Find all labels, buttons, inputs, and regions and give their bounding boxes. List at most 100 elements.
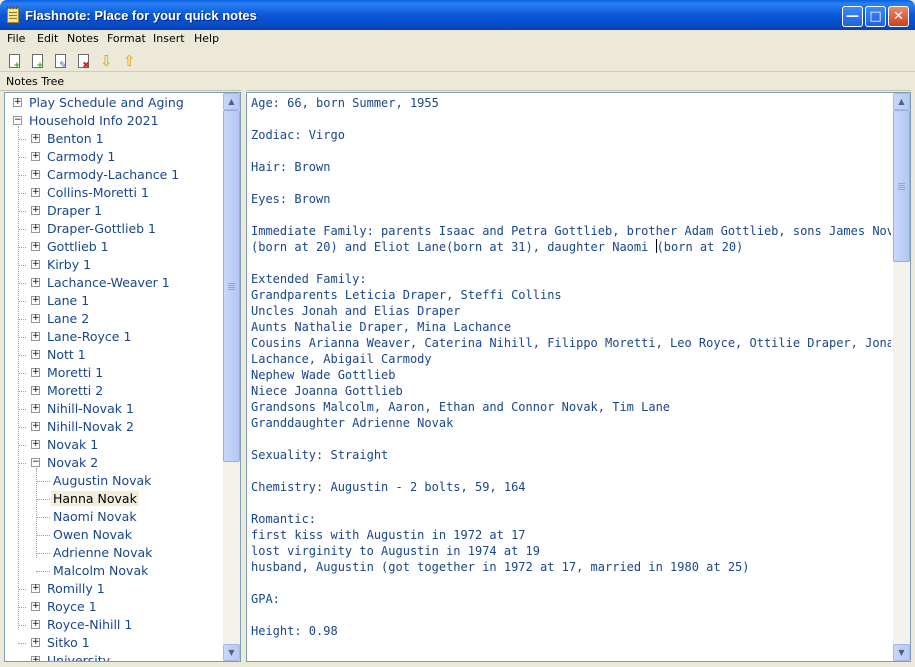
- expand-icon[interactable]: +: [31, 350, 40, 359]
- tree-item-label: Lane 2: [47, 311, 90, 326]
- scroll-up-button[interactable]: ▲: [223, 93, 240, 110]
- tree-item[interactable]: + Royce 1: [31, 598, 99, 616]
- tree-item-label: Lane-Royce 1: [47, 329, 132, 344]
- expand-icon[interactable]: +: [31, 188, 40, 197]
- expand-icon[interactable]: +: [31, 368, 40, 377]
- tree-item[interactable]: + Benton 1: [31, 130, 106, 148]
- expand-icon[interactable]: +: [31, 206, 40, 215]
- menu-help[interactable]: Help: [194, 32, 219, 45]
- move-down-button[interactable]: ⇩: [98, 53, 115, 70]
- minimize-button[interactable]: —: [842, 6, 863, 27]
- notes-tree[interactable]: + Play Schedule and Aging − Household Info …: [4, 92, 241, 662]
- tree-item[interactable]: + Royce-Nihill 1: [31, 616, 134, 634]
- tree-item[interactable]: + Draper-Gottlieb 1: [31, 220, 158, 238]
- tree-connector: [18, 355, 26, 356]
- tree-item[interactable]: Hanna Novak: [49, 490, 139, 508]
- tree-item[interactable]: + Gottlieb 1: [31, 238, 111, 256]
- tree-item[interactable]: + Nihill-Novak 2: [31, 418, 136, 436]
- close-button[interactable]: ✕: [888, 6, 909, 27]
- expand-icon[interactable]: +: [31, 242, 40, 251]
- expand-icon[interactable]: +: [31, 440, 40, 449]
- tree-item[interactable]: Owen Novak: [49, 526, 134, 544]
- editor-scrollbar[interactable]: ▲ ▼: [893, 93, 910, 661]
- menu-insert[interactable]: Insert: [153, 32, 185, 45]
- editor-header: [246, 73, 911, 91]
- tree-item[interactable]: + Lachance-Weaver 1: [31, 274, 172, 292]
- scroll-down-button[interactable]: ▼: [223, 644, 240, 661]
- tree-item[interactable]: + Nihill-Novak 1: [31, 400, 136, 418]
- expand-icon[interactable]: +: [31, 260, 40, 269]
- tree-item-label: Lane 1: [47, 293, 90, 308]
- expand-icon[interactable]: +: [31, 422, 40, 431]
- expand-icon[interactable]: +: [31, 584, 40, 593]
- expand-icon[interactable]: +: [31, 296, 40, 305]
- move-up-button[interactable]: ⇧: [121, 53, 138, 70]
- editor-scroll-up-button[interactable]: ▲: [893, 93, 910, 110]
- tree-item[interactable]: + Kirby 1: [31, 256, 93, 274]
- tree-item-label: Owen Novak: [53, 527, 132, 542]
- tree-item[interactable]: + Romilly 1: [31, 580, 107, 598]
- collapse-icon[interactable]: −: [31, 458, 40, 467]
- note-editor[interactable]: Age: 66, born Summer, 1955 Zodiac: Virgo H…: [246, 92, 911, 662]
- expand-icon[interactable]: +: [31, 314, 40, 323]
- tree-item[interactable]: Augustin Novak: [49, 472, 153, 490]
- tree-item[interactable]: + Play Schedule and Aging: [13, 94, 186, 112]
- tree-item-label: Carmody 1: [47, 149, 116, 164]
- note-line: first kiss with Augustin in 1972 at 17: [251, 528, 526, 542]
- tree-item[interactable]: + University: [31, 652, 112, 661]
- tree-item[interactable]: + Lane 2: [31, 310, 91, 328]
- editor-scroll-thumb[interactable]: [893, 110, 910, 262]
- add-note-button[interactable]: +: [6, 53, 23, 71]
- tree-item-label: Kirby 1: [47, 257, 92, 272]
- maximize-button[interactable]: □: [865, 6, 886, 27]
- tree-item[interactable]: + Sitko 1: [31, 634, 92, 652]
- note-line: Chemistry: Augustin - 2 bolts, 59, 164: [251, 480, 526, 494]
- tree-connector: [18, 193, 26, 194]
- tree-item[interactable]: − Novak 2: [31, 454, 100, 472]
- delete-note-button[interactable]: ✖: [75, 53, 92, 71]
- tree-item[interactable]: + Carmody-Lachance 1: [31, 166, 181, 184]
- expand-icon[interactable]: +: [31, 134, 40, 143]
- tree-item[interactable]: + Carmody 1: [31, 148, 117, 166]
- tree-scrollbar[interactable]: ▲ ▼: [223, 93, 240, 661]
- note-text[interactable]: Age: 66, born Summer, 1955 Zodiac: Virgo H…: [251, 95, 891, 639]
- tree-item-label: Adrienne Novak: [53, 545, 153, 560]
- add-subnote-button[interactable]: +: [29, 53, 46, 71]
- expand-icon[interactable]: +: [31, 602, 40, 611]
- expand-icon[interactable]: +: [31, 332, 40, 341]
- tree-item[interactable]: − Household Info 2021: [13, 112, 161, 130]
- tree-item-label: Lachance-Weaver 1: [47, 275, 170, 290]
- edit-note-button[interactable]: ✎: [52, 53, 69, 71]
- expand-icon[interactable]: +: [31, 638, 40, 647]
- expand-icon[interactable]: +: [31, 656, 40, 661]
- tree-item[interactable]: + Lane 1: [31, 292, 91, 310]
- scroll-thumb[interactable]: [223, 110, 240, 462]
- tree-item[interactable]: + Novak 1: [31, 436, 100, 454]
- tree-item[interactable]: Malcolm Novak: [49, 562, 150, 580]
- editor-scroll-down-button[interactable]: ▼: [893, 644, 910, 661]
- tree-item[interactable]: + Collins-Moretti 1: [31, 184, 151, 202]
- expand-icon[interactable]: +: [31, 152, 40, 161]
- expand-icon[interactable]: +: [31, 404, 40, 413]
- expand-icon[interactable]: +: [31, 224, 40, 233]
- expand-icon[interactable]: +: [31, 620, 40, 629]
- tree-connector: [18, 445, 26, 446]
- menu-edit[interactable]: Edit: [37, 32, 58, 45]
- tree-item[interactable]: + Moretti 1: [31, 364, 105, 382]
- expand-icon[interactable]: +: [31, 386, 40, 395]
- menu-file[interactable]: File: [7, 32, 25, 45]
- expand-icon[interactable]: +: [31, 170, 40, 179]
- expand-icon[interactable]: +: [31, 278, 40, 287]
- collapse-icon[interactable]: −: [13, 116, 22, 125]
- tree-item[interactable]: + Moretti 2: [31, 382, 105, 400]
- expand-icon[interactable]: +: [13, 98, 22, 107]
- tree-item[interactable]: + Nott 1: [31, 346, 88, 364]
- tree-item[interactable]: + Draper 1: [31, 202, 104, 220]
- menu-notes[interactable]: Notes: [67, 32, 99, 45]
- tree-item[interactable]: Adrienne Novak: [49, 544, 154, 562]
- tree-item[interactable]: + Lane-Royce 1: [31, 328, 133, 346]
- tree-connector: [36, 535, 50, 536]
- menu-format[interactable]: Format: [107, 32, 146, 45]
- tree-item[interactable]: Naomi Novak: [49, 508, 139, 526]
- title-bar[interactable]: Flashnote: Place for your quick notes — …: [0, 0, 915, 30]
